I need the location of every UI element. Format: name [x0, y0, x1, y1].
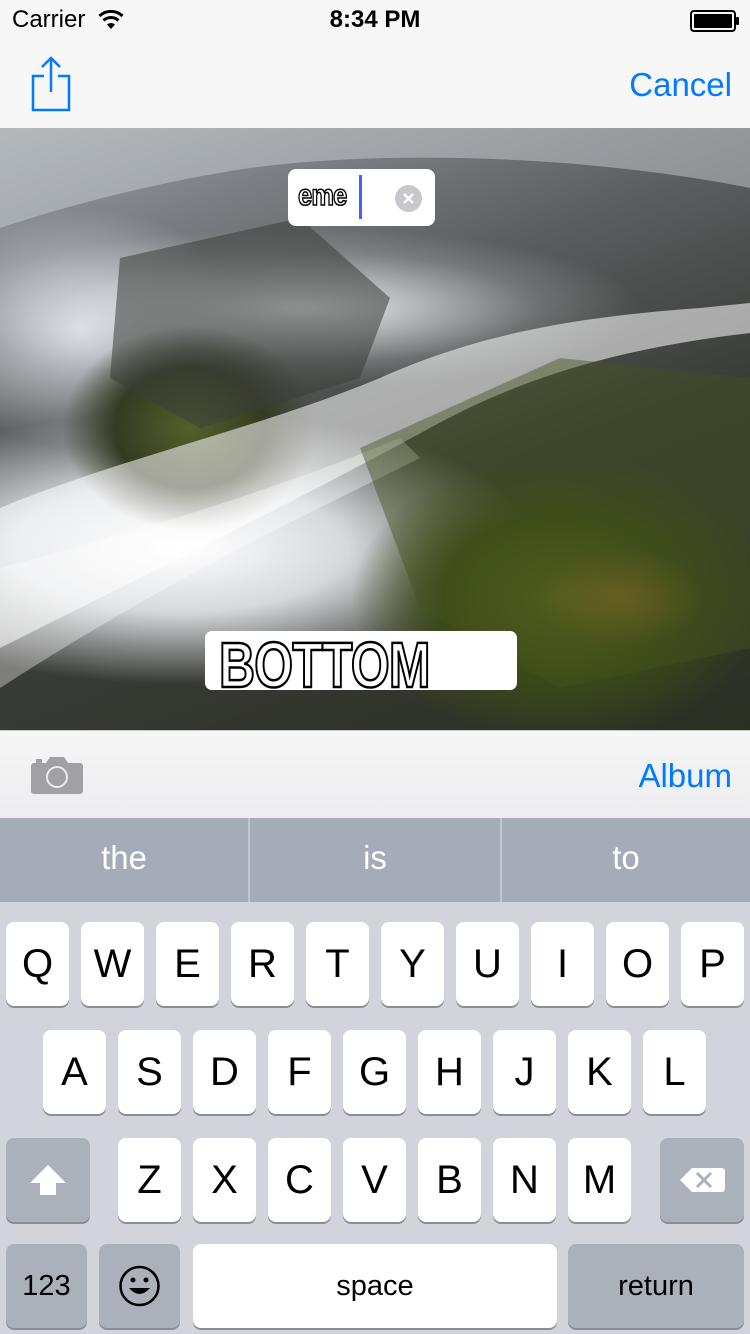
share-icon[interactable]	[26, 54, 76, 114]
key-x[interactable]: X	[193, 1138, 256, 1222]
key-m[interactable]: M	[568, 1138, 631, 1222]
key-t[interactable]: T	[306, 922, 369, 1006]
keyboard: Q W E R T Y U I O P A S D F G H J K L Z …	[0, 902, 750, 1334]
suggestion-3[interactable]: to	[502, 818, 750, 902]
key-l[interactable]: L	[643, 1030, 706, 1114]
key-k[interactable]: K	[568, 1030, 631, 1114]
key-j[interactable]: J	[493, 1030, 556, 1114]
key-i[interactable]: I	[531, 922, 594, 1006]
text-cursor	[359, 175, 362, 219]
predictive-bar: the is to	[0, 818, 750, 902]
key-n[interactable]: N	[493, 1138, 556, 1222]
top-text-value: eme	[297, 178, 348, 213]
numbers-key[interactable]: 123	[6, 1244, 87, 1328]
key-f[interactable]: F	[268, 1030, 331, 1114]
status-bar: Carrier 8:34 PM	[0, 0, 750, 40]
bottom-text-value: BOTTOM	[218, 629, 431, 701]
key-w[interactable]: W	[81, 922, 144, 1006]
return-key[interactable]: return	[568, 1244, 744, 1328]
key-v[interactable]: V	[343, 1138, 406, 1222]
key-p[interactable]: P	[681, 922, 744, 1006]
key-z[interactable]: Z	[118, 1138, 181, 1222]
navigation-bar: Cancel	[0, 40, 750, 128]
space-key[interactable]: space	[193, 1244, 557, 1328]
key-s[interactable]: S	[118, 1030, 181, 1114]
clear-text-icon[interactable]	[395, 185, 422, 212]
key-c[interactable]: C	[268, 1138, 331, 1222]
key-u[interactable]: U	[456, 922, 519, 1006]
emoji-key[interactable]	[99, 1244, 180, 1328]
battery-icon	[690, 10, 739, 32]
key-q[interactable]: Q	[6, 922, 69, 1006]
bottom-text-field[interactable]: BOTTOM	[205, 631, 517, 698]
delete-key[interactable]	[660, 1138, 744, 1222]
top-text-field[interactable]: eme	[288, 169, 435, 226]
meme-image: eme BOTTOM	[0, 128, 750, 730]
suggestion-1[interactable]: the	[0, 818, 248, 902]
key-a[interactable]: A	[43, 1030, 106, 1114]
suggestion-2[interactable]: is	[250, 818, 500, 902]
status-time: 8:34 PM	[329, 6, 421, 33]
key-e[interactable]: E	[156, 922, 219, 1006]
key-g[interactable]: G	[343, 1030, 406, 1114]
backspace-icon	[680, 1168, 725, 1192]
key-b[interactable]: B	[418, 1138, 481, 1222]
key-o[interactable]: O	[606, 922, 669, 1006]
shift-icon	[30, 1165, 66, 1195]
emoji-icon	[119, 1265, 160, 1307]
key-y[interactable]: Y	[381, 922, 444, 1006]
cancel-button[interactable]: Cancel	[629, 66, 732, 104]
key-r[interactable]: R	[231, 922, 294, 1006]
album-button[interactable]: Album	[638, 757, 732, 795]
shift-key[interactable]	[6, 1138, 90, 1222]
camera-icon[interactable]	[30, 753, 84, 795]
key-d[interactable]: D	[193, 1030, 256, 1114]
key-h[interactable]: H	[418, 1030, 481, 1114]
bottom-toolbar: Album	[0, 730, 750, 818]
